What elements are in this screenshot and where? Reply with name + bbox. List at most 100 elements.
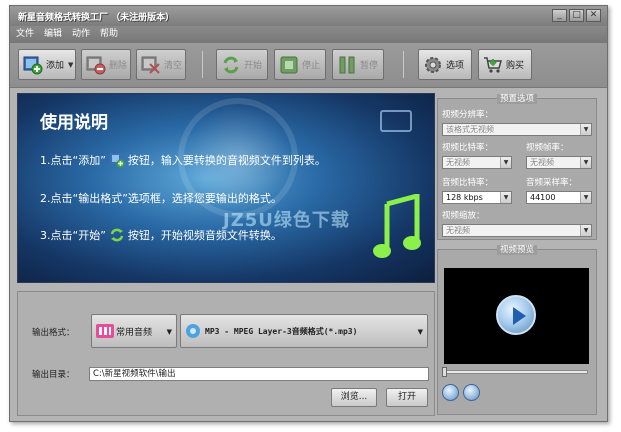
resolution-label: 视频分辨率： (442, 110, 494, 120)
menu-bar: 文件 编辑 动作 帮助 (10, 26, 607, 43)
open-button[interactable]: 打开 (386, 388, 428, 407)
video-bitrate-select[interactable]: 无视频 ▼ (442, 156, 512, 169)
add-file-icon (109, 152, 125, 168)
menu-help[interactable]: 帮助 (100, 26, 118, 43)
output-format-value: MP3 - MPEG Layer-3音频格式(*.mp3) (205, 326, 358, 336)
video-bitrate-value: 无视频 (446, 158, 470, 167)
video-scale-value: 无视频 (446, 226, 470, 235)
toolbar-separator (403, 51, 404, 78)
convert-arrows-icon (109, 227, 125, 243)
add-button[interactable]: 添加 ▼ (18, 49, 76, 80)
window-title: 新星音频格式转换工厂 （未注册版本） (18, 13, 175, 23)
pause-control-button[interactable] (463, 384, 480, 401)
audio-wave-icon (185, 323, 201, 339)
step-2-text: 2.点击“输出格式”选项框，选择您要输出的格式。 (40, 192, 282, 205)
delete-button[interactable]: 删除 (81, 49, 131, 80)
start-button-label: 开始 (244, 61, 263, 71)
buy-button-label: 购买 (506, 61, 525, 71)
video-preview-title: 视频预览 (438, 243, 596, 255)
step-3-text-a: 3.点击“开始” (40, 229, 106, 242)
chevron-down-icon[interactable]: ▼ (68, 61, 73, 69)
output-format-select[interactable]: MP3 - MPEG Layer-3音频格式(*.mp3) ▼ (180, 314, 428, 348)
resolution-select[interactable]: 该格式无视频 ▼ (442, 123, 592, 136)
audio-bitrate-select[interactable]: 128 kbps ▼ (442, 191, 512, 204)
gear-icon (423, 55, 443, 75)
options-button-label: 选项 (446, 61, 465, 71)
video-preview-screen (444, 268, 589, 364)
output-dir-label: 输出目录： (32, 370, 75, 380)
instructions-banner[interactable]: 使用说明 1.点击“添加” 按钮，输入要转换的音视频文件到列表。 2.点击“输出… (17, 93, 435, 283)
frame-rate-label: 视频帧率： (526, 143, 569, 153)
menu-file[interactable]: 文件 (16, 26, 34, 43)
format-category-select[interactable]: 常用音频 ▼ (91, 314, 177, 348)
music-note-icon (373, 192, 423, 264)
instruction-step-2: 2.点击“输出格式”选项框，选择您要输出的格式。 (40, 190, 282, 206)
video-bitrate-label: 视频比特率： (442, 143, 494, 153)
seek-handle[interactable] (442, 367, 447, 377)
convert-arrows-icon (221, 55, 241, 75)
instruction-step-1: 1.点击“添加” 按钮，输入要转换的音视频文件到列表。 (40, 152, 326, 168)
chevron-down-icon: ▼ (580, 225, 591, 236)
chevron-down-icon: ▼ (500, 157, 511, 168)
seek-bar[interactable] (446, 370, 588, 374)
start-button[interactable]: 开始 (216, 49, 268, 80)
sample-rate-label: 音频采样率： (526, 178, 578, 188)
maximize-button[interactable]: □ (569, 9, 584, 22)
step-1-text-b: 按钮，输入要转换的音视频文件到列表。 (127, 154, 326, 167)
stop-button-label: 停止 (302, 61, 321, 71)
add-file-icon (23, 55, 43, 75)
chevron-down-icon: ▼ (417, 328, 423, 336)
output-dir-field[interactable]: C:\新星视频软件\输出 (89, 367, 429, 381)
chevron-down-icon: ▼ (166, 328, 172, 336)
options-button[interactable]: 选项 (418, 49, 472, 80)
stop-button[interactable]: 停止 (274, 49, 326, 80)
preset-options-group: 预置选项 视频分辨率： 该格式无视频 ▼ 视频比特率： 无视频 ▼ 视频帧率： … (437, 94, 597, 240)
app-window: 新星音频格式转换工厂 （未注册版本） _ □ ✕ 文件 编辑 动作 帮助 添加 … (9, 5, 608, 422)
film-strip-icon (380, 110, 412, 132)
clear-button[interactable]: 清空 (136, 49, 186, 80)
sample-rate-select[interactable]: 44100 ▼ (526, 191, 592, 204)
video-scale-select[interactable]: 无视频 ▼ (442, 224, 592, 237)
chevron-down-icon: ▼ (580, 124, 591, 135)
clear-list-icon (141, 55, 161, 75)
pause-button-label: 暂停 (360, 61, 379, 71)
sample-rate-value: 44100 (530, 193, 556, 202)
audio-bitrate-label: 音频比特率： (442, 178, 494, 188)
output-settings-panel: 输出格式： 常用音频 ▼ MP3 - MPEG Layer-3音频格式(*.mp… (17, 291, 435, 416)
video-preview-group: 视频预览 (437, 245, 597, 415)
pause-icon (337, 55, 357, 75)
window-controls: _ □ ✕ (552, 9, 601, 22)
instructions-title: 使用说明 (40, 113, 108, 133)
toolbar-separator (202, 51, 203, 78)
output-format-label: 输出格式： (32, 328, 75, 338)
add-button-label: 添加 (46, 61, 65, 71)
shopping-cart-icon (483, 55, 503, 75)
stop-icon (279, 55, 299, 75)
chevron-down-icon: ▼ (500, 192, 511, 203)
menu-action[interactable]: 动作 (72, 26, 90, 43)
minimize-button[interactable]: _ (552, 9, 567, 22)
resolution-value: 该格式无视频 (446, 125, 494, 134)
clear-button-label: 清空 (164, 61, 183, 71)
play-button[interactable] (442, 384, 459, 401)
audio-category-icon (96, 323, 114, 339)
step-1-text-a: 1.点击“添加” (40, 154, 106, 167)
format-category-value: 常用音频 (116, 327, 153, 338)
chevron-down-icon: ▼ (580, 192, 591, 203)
menu-edit[interactable]: 编辑 (44, 26, 62, 43)
frame-rate-select[interactable]: 无视频 ▼ (526, 156, 592, 169)
preset-options-title: 预置选项 (438, 92, 596, 104)
pause-button[interactable]: 暂停 (332, 49, 384, 80)
browse-button[interactable]: 浏览... (331, 388, 377, 407)
title-bar[interactable]: 新星音频格式转换工厂 （未注册版本） _ □ ✕ (10, 6, 607, 26)
buy-button[interactable]: 购买 (478, 49, 532, 80)
delete-button-label: 删除 (109, 61, 128, 71)
delete-file-icon (86, 55, 106, 75)
close-button[interactable]: ✕ (586, 9, 601, 22)
watermark-text: JZ5U绿色下载 (223, 210, 350, 231)
video-scale-label: 视频缩放： (442, 211, 485, 221)
play-icon[interactable] (496, 295, 536, 335)
chevron-down-icon: ▼ (580, 157, 591, 168)
audio-bitrate-value: 128 kbps (446, 193, 483, 202)
frame-rate-value: 无视频 (530, 158, 554, 167)
